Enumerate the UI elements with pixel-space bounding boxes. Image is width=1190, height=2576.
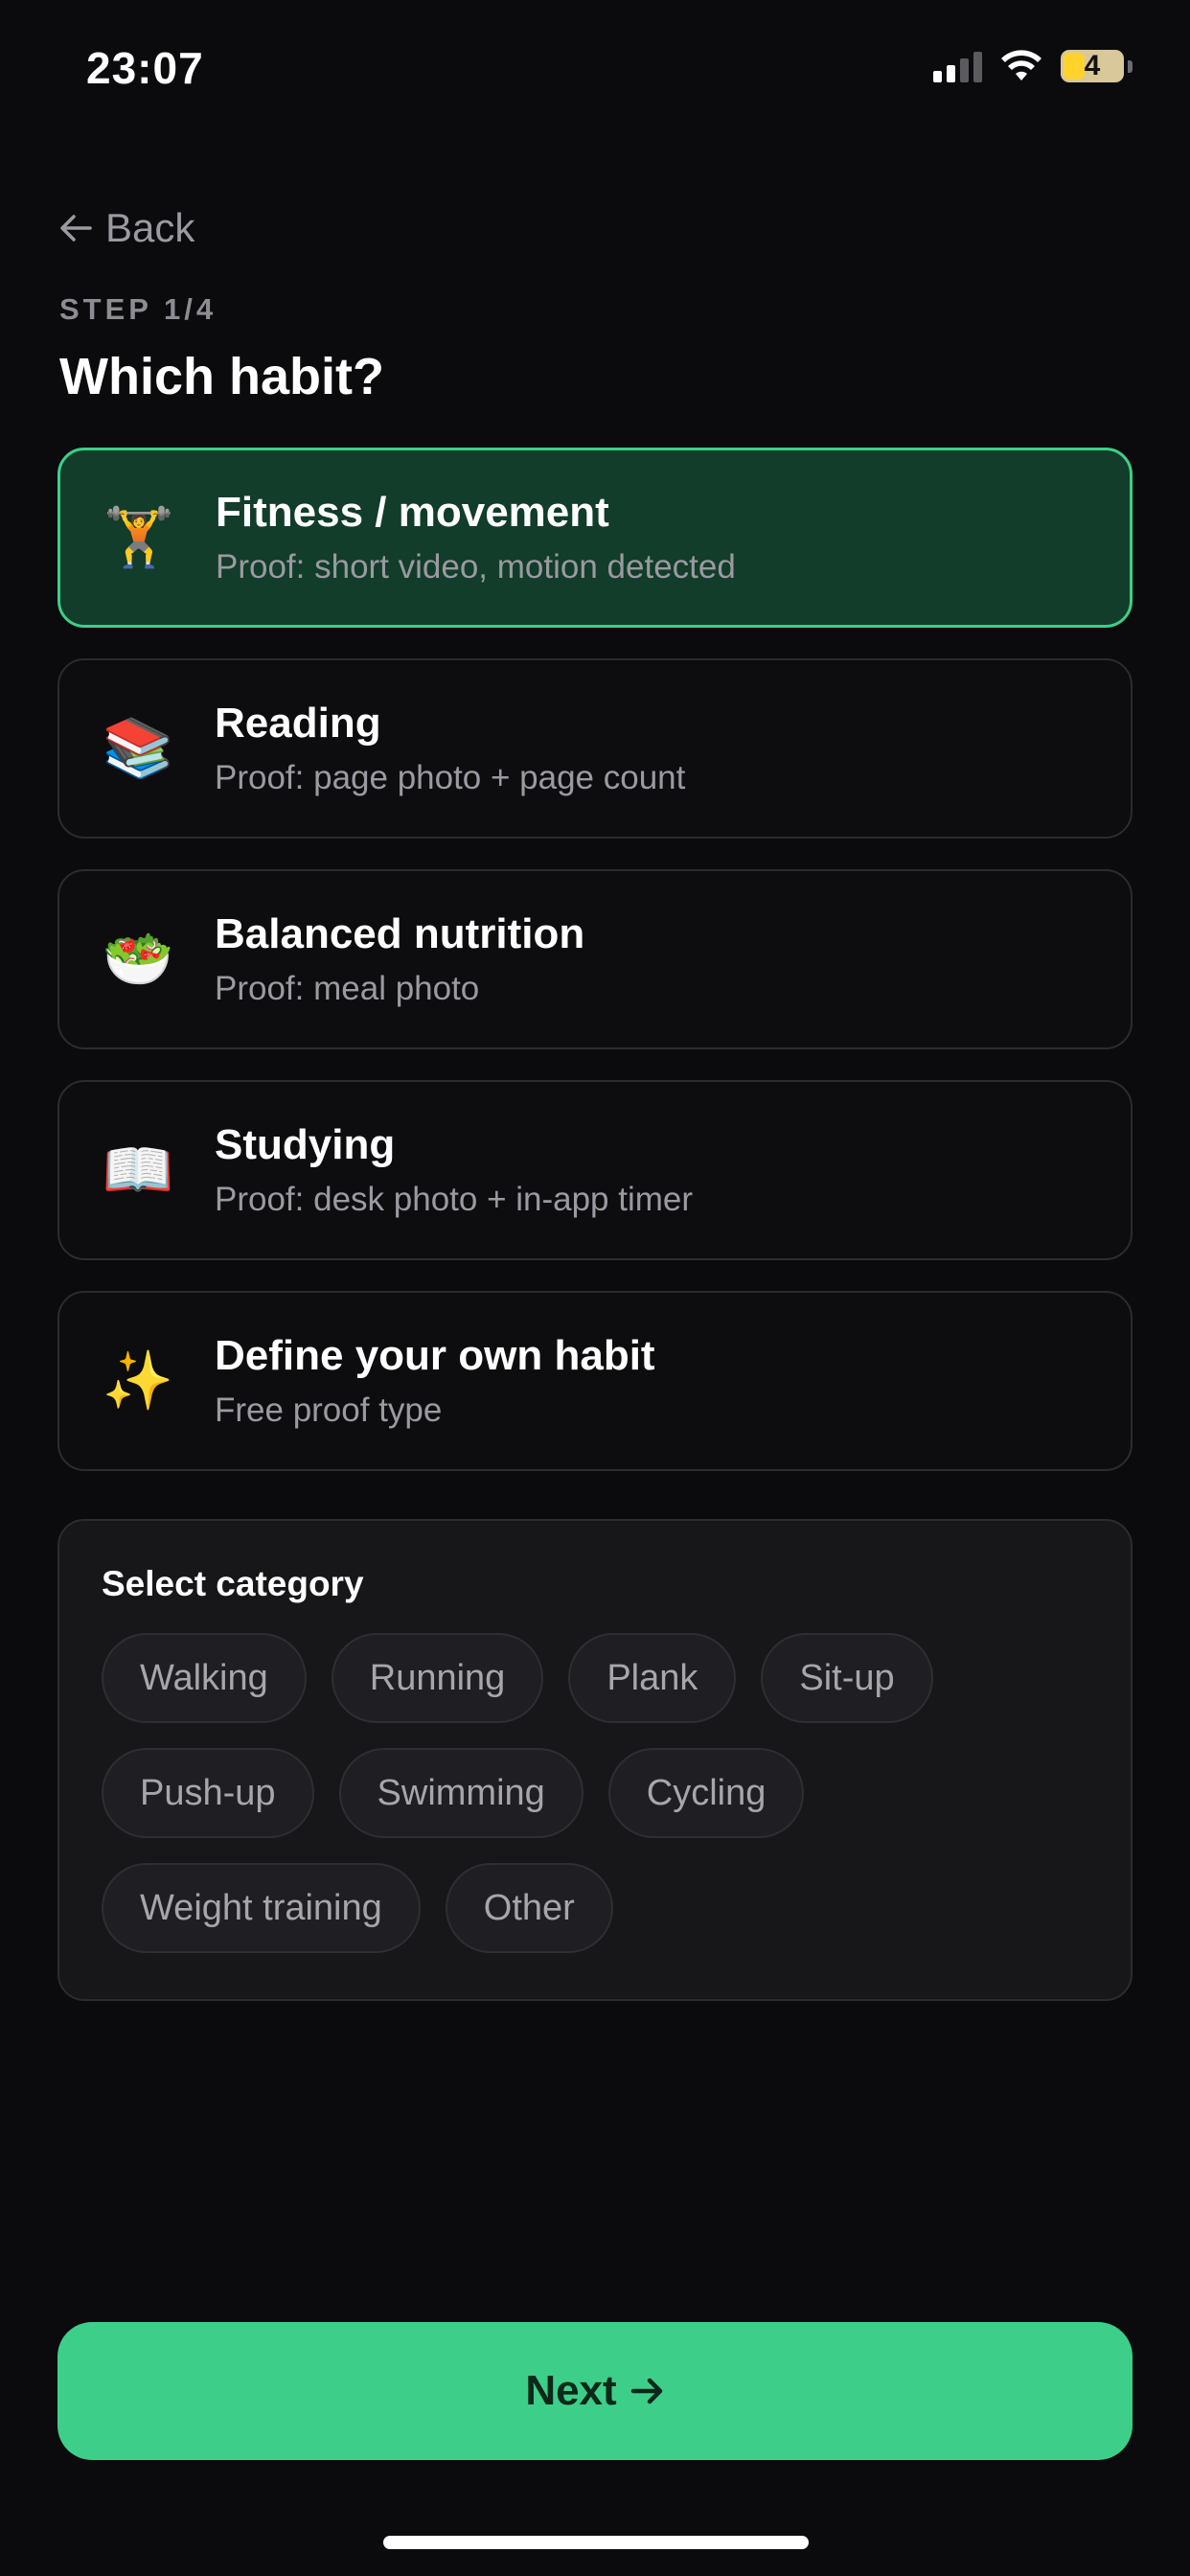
chip-other[interactable]: Other — [445, 1863, 613, 1953]
battery-icon: 4 — [1061, 50, 1124, 82]
cellular-signal-icon — [933, 50, 982, 82]
habit-title: Define your own habit — [215, 1332, 655, 1379]
back-label: Back — [105, 205, 195, 250]
arrow-right-icon — [630, 2378, 662, 2404]
habit-card-reading[interactable]: 📚 Reading Proof: page photo + page count — [57, 658, 1133, 839]
chip-sit-up[interactable]: Sit-up — [761, 1633, 933, 1723]
sparkles-icon: ✨ — [102, 1348, 174, 1413]
habit-title: Studying — [215, 1121, 396, 1168]
open-book-icon: 📖 — [102, 1138, 174, 1202]
chip-running[interactable]: Running — [331, 1633, 544, 1723]
category-chips: Walking Running Plank Sit-up Push-up Swi… — [102, 1633, 1131, 1953]
battery-cap — [1128, 59, 1133, 73]
chip-cycling[interactable]: Cycling — [607, 1748, 805, 1838]
habit-proof: Free proof type — [215, 1392, 443, 1429]
back-button[interactable]: Back — [59, 205, 195, 251]
arrow-left-icon — [60, 215, 92, 242]
habit-card-studying[interactable]: 📖 Studying Proof: desk photo + in-app ti… — [57, 1080, 1133, 1260]
chip-swimming[interactable]: Swimming — [338, 1748, 584, 1838]
habit-proof: Proof: short video, motion detected — [216, 548, 736, 586]
habit-card-custom[interactable]: ✨ Define your own habit Free proof type — [57, 1291, 1133, 1471]
home-indicator[interactable] — [383, 2536, 809, 2549]
habit-title: Reading — [215, 700, 381, 747]
chip-plank[interactable]: Plank — [568, 1633, 737, 1723]
habit-proof: Proof: desk photo + in-app timer — [215, 1181, 694, 1218]
habit-title: Fitness / movement — [216, 489, 609, 536]
category-panel-title: Select category — [102, 1564, 364, 1603]
habit-card-nutrition[interactable]: 🥗 Balanced nutrition Proof: meal photo — [57, 869, 1133, 1049]
chip-weight-training[interactable]: Weight training — [102, 1863, 421, 1953]
battery-level: 4 — [1084, 50, 1101, 81]
habit-title: Balanced nutrition — [215, 910, 585, 957]
category-panel: Select category Walking Running Plank Si… — [57, 1519, 1133, 2001]
next-label: Next — [525, 2367, 617, 2414]
page-title: Which habit? — [59, 348, 384, 405]
wifi-icon — [1001, 50, 1041, 80]
status-indicators: 4 — [933, 50, 1133, 82]
habit-card-fitness[interactable]: 🏋️ Fitness / movement Proof: short video… — [57, 448, 1133, 628]
habit-list: 🏋️ Fitness / movement Proof: short video… — [57, 448, 1133, 1471]
chip-walking[interactable]: Walking — [102, 1633, 307, 1723]
weightlifter-icon: 🏋️ — [103, 505, 175, 569]
salad-icon: 🥗 — [102, 927, 174, 991]
status-time: 23:07 — [86, 43, 204, 93]
chip-push-up[interactable]: Push-up — [102, 1748, 314, 1838]
step-indicator: STEP 1/4 — [59, 292, 217, 326]
habit-proof: Proof: page photo + page count — [215, 759, 686, 796]
books-icon: 📚 — [102, 716, 174, 780]
habit-proof: Proof: meal photo — [215, 970, 480, 1007]
next-button[interactable]: Next — [57, 2322, 1133, 2460]
